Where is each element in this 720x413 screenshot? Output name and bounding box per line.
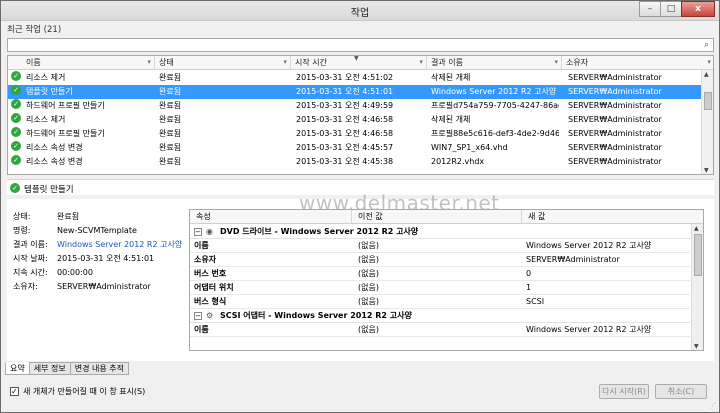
column-header-old-value[interactable]: 이전 값 (352, 210, 522, 223)
table-row[interactable]: ✓ 리소스 제거 완료됨 2015-03-31 오전 4:46:58 삭제된 개… (8, 113, 702, 127)
property-row: 버스 형식 (없음) SCSI (190, 295, 690, 309)
column-header-name[interactable]: 이름 ▾ (22, 56, 155, 69)
scroll-thumb[interactable] (704, 92, 712, 110)
property-row: 소유자 (없음) SERVER₩Administrator (190, 253, 690, 267)
table-row[interactable]: ✓ 리소스 제거 완료됨 2015-03-31 오전 4:51:02 삭제된 개… (8, 71, 702, 85)
scroll-down-icon[interactable]: ▼ (704, 167, 709, 174)
summary-start-date: 시작 날짜: 2015-03-31 오전 4:51:01 (13, 254, 155, 263)
tab-summary[interactable]: 요약 (5, 362, 30, 375)
dvd-drive-icon: ◉ (206, 227, 213, 236)
close-button[interactable]: x (681, 1, 715, 17)
window-controls: – □ x (639, 1, 715, 19)
success-check-icon: ✓ (11, 113, 21, 123)
column-header-status[interactable]: 상태 ▾ (155, 56, 291, 69)
result-name-link[interactable]: Windows Server 2012 R2 고사양 (57, 240, 182, 249)
restart-button[interactable]: 다시 시작(R) (599, 384, 649, 399)
success-check-icon: ✓ (11, 85, 21, 95)
filter-icon[interactable]: ▾ (283, 56, 287, 69)
scroll-thumb[interactable] (694, 234, 702, 276)
success-check-icon: ✓ (10, 183, 20, 193)
group-row-dvd-drive[interactable]: − ◉ DVD 드라이브 - Windows Server 2012 R2 고사… (190, 225, 690, 239)
filter-icon[interactable]: ▾ (707, 56, 711, 69)
property-row: 버스 번호 (없음) 0 (190, 267, 690, 281)
tab-change-tracking[interactable]: 변경 내용 추적 (69, 362, 129, 375)
column-header-start-time[interactable]: 시작 시간 ▾ (291, 56, 427, 69)
jobs-scrollbar[interactable]: ▲ ▼ (701, 70, 713, 174)
property-row: 어댑터 위치 (없음) 1 (190, 281, 690, 295)
column-header-new-value[interactable]: 새 값 (522, 210, 703, 223)
success-check-icon: ✓ (11, 71, 21, 81)
summary-command: 명령: New-SCVMTemplate (13, 226, 137, 235)
property-row: 이름 (없음) Windows Server 2012 R2 고사양 (190, 239, 690, 253)
collapse-icon[interactable]: − (194, 228, 202, 236)
table-row-selected[interactable]: ✓ 템플릿 만들기 완료됨 2015-03-31 오전 4:51:01 Wind… (8, 85, 702, 99)
jobs-table-header: 이름 ▾ 상태 ▾ 시작 시간 ▾ 결과 이름 ▾ 소유자 ▾ ▼ (8, 56, 713, 70)
scroll-up-icon[interactable]: ▲ (704, 71, 709, 78)
summary-duration: 지속 시간: 00:00:00 (13, 268, 93, 277)
detail-job-name: 템플릿 만들기 (24, 185, 74, 195)
show-window-label: 새 개체가 만들어질 때 이 창 표시(S) (23, 387, 146, 396)
recent-jobs-label: 최근 작업 (21) (7, 25, 62, 35)
properties-scrollbar[interactable]: ▲ ▼ (691, 224, 703, 350)
scroll-down-icon[interactable]: ▼ (694, 343, 699, 350)
cancel-button[interactable]: 취소(C) (655, 384, 707, 399)
success-check-icon: ✓ (11, 127, 21, 137)
jobs-table: 이름 ▾ 상태 ▾ 시작 시간 ▾ 결과 이름 ▾ 소유자 ▾ ▼ ✓ 리소스 제거 완료… (7, 55, 714, 175)
resize-grip-icon[interactable]: ⋰ (709, 402, 716, 410)
restore-button[interactable]: □ (660, 1, 682, 17)
window-title: 작업 (350, 8, 370, 19)
filter-icon[interactable]: ▾ (147, 56, 151, 69)
filter-icon[interactable]: ▾ (419, 56, 423, 69)
success-check-icon: ✓ (11, 141, 21, 151)
scroll-up-icon[interactable]: ▲ (694, 225, 699, 232)
properties-grid-header: 속성 이전 값 새 값 (190, 210, 703, 224)
property-row: 이름 (없음) Windows Server 2012 R2 고사양 (190, 323, 690, 337)
column-header-result-name[interactable]: 결과 이름 ▾ (427, 56, 562, 69)
detail-tabs: 요약 세부 정보 변경 내용 추적 (5, 362, 129, 375)
summary-status: 상태: 완료됨 (13, 212, 80, 221)
table-row[interactable]: ✓ 하드웨어 프로필 만들기 완료됨 2015-03-31 오전 4:46:58… (8, 127, 702, 141)
success-check-icon: ✓ (11, 99, 21, 109)
column-header-property[interactable]: 속성 (190, 210, 352, 223)
collapse-icon[interactable]: − (194, 312, 202, 320)
group-row-scsi-adapter[interactable]: − ⚙ SCSI 어댑터 - Windows Server 2012 R2 고사… (190, 309, 690, 323)
show-window-option[interactable]: ✓ 새 개체가 만들어질 때 이 창 표시(S) (10, 386, 145, 397)
search-icon[interactable]: ⌕ (704, 40, 709, 50)
minimize-button[interactable]: – (639, 1, 661, 17)
column-header-owner[interactable]: 소유자 ▾ (562, 56, 713, 69)
sort-descending-icon: ▼ (354, 55, 359, 62)
tab-details[interactable]: 세부 정보 (28, 362, 71, 375)
properties-grid: 속성 이전 값 새 값 − ◉ DVD 드라이브 - Windows Serve… (189, 209, 704, 351)
table-row[interactable]: ✓ 하드웨어 프로필 만들기 완료됨 2015-03-31 오전 4:49:59… (8, 99, 702, 113)
search-input[interactable]: ⌕ (7, 38, 714, 52)
show-window-checkbox[interactable]: ✓ (10, 387, 19, 396)
jobs-window: 작업 – □ x 최근 작업 (21) ⌕ 이름 ▾ 상태 ▾ 시작 시간 ▾ 결과 … (0, 0, 720, 413)
title-bar: 작업 – □ x (1, 1, 719, 21)
filter-icon[interactable]: ▾ (554, 56, 558, 69)
scsi-adapter-icon: ⚙ (206, 311, 214, 320)
table-row[interactable]: ✓ 리소스 속성 변경 완료됨 2015-03-31 오전 4:45:57 WI… (8, 141, 702, 155)
summary-result-name: 결과 이름: Windows Server 2012 R2 고사양 (13, 240, 183, 249)
table-row[interactable]: ✓ 리소스 속성 변경 완료됨 2015-03-31 오전 4:45:38 20… (8, 155, 702, 169)
summary-owner: 소유자: SERVER₩Administrator (13, 282, 151, 291)
success-check-icon: ✓ (11, 155, 21, 165)
